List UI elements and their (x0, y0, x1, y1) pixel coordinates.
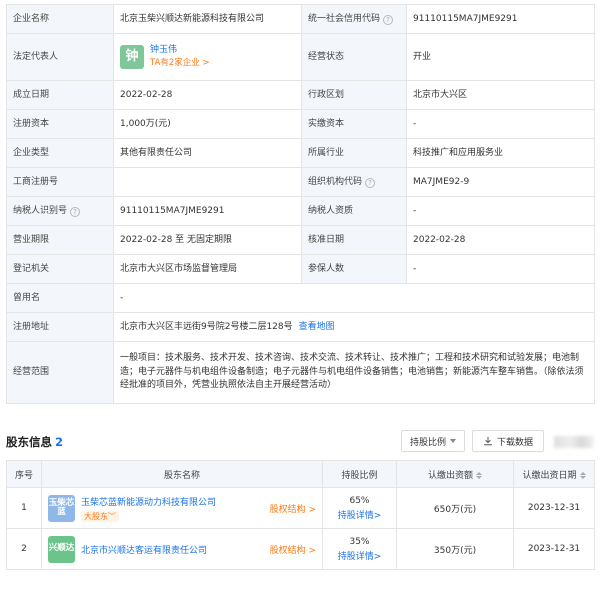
sort-icon[interactable] (579, 471, 586, 479)
help-icon[interactable]: ? (383, 14, 394, 25)
subscribed-amount: 650万(元) (396, 487, 514, 529)
col-date[interactable]: 认缴出资日期 (513, 460, 595, 488)
industry-label: 所属行业 (301, 138, 407, 168)
shareholder-name-link[interactable]: 北京市兴顺达客运有限责任公司 (81, 543, 264, 556)
legal-rep-cell: 钟 钟玉伟 TA有2家企业 > (113, 33, 302, 81)
reg-no-value (113, 167, 302, 197)
founded-value: 2022-02-28 (113, 80, 302, 110)
table-row: 2 兴顺达 北京市兴顺达客运有限责任公司 股权结构 > 35% 持股详情> 35… (6, 528, 595, 570)
legal-rep-name-link[interactable]: 钟玉伟 (150, 44, 210, 56)
region-label: 行政区划 (301, 80, 407, 110)
ratio-filter-label: 持股比例 (409, 437, 446, 448)
shareholder-table: 序号 股东名称 持股比例 认缴出资额 认缴出资日期 1 玉柴芯蓝 玉柴芯蓝新能源… (6, 460, 595, 570)
view-map-link[interactable]: 查看地图 (299, 322, 335, 332)
industry-value: 科技推广和应用服务业 (406, 138, 595, 168)
address-label: 注册地址 (6, 312, 114, 342)
avatar[interactable]: 钟 (120, 44, 144, 69)
holding-detail-link[interactable]: 持股详情> (323, 549, 396, 562)
company-info-table: 企业名称 北京玉柴兴顺达新能源科技有限公司 统一社会信用代码? 91110115… (6, 4, 595, 404)
row-index: 1 (6, 487, 42, 529)
company-type-value: 其他有限责任公司 (113, 138, 302, 168)
ratio-filter-button[interactable]: 持股比例 (401, 430, 465, 452)
sort-icon[interactable] (476, 471, 482, 479)
term-label: 营业期限 (6, 225, 114, 255)
approval-value: 2022-02-28 (406, 225, 595, 255)
download-icon (483, 437, 492, 446)
legal-rep-companies-link[interactable]: TA有2家企业 > (150, 58, 210, 69)
region-value: 北京市大兴区 (406, 80, 595, 110)
ratio-value: 35% (349, 536, 370, 547)
capital-label: 注册资本 (6, 109, 114, 139)
row-index: 2 (6, 528, 42, 570)
taxpayer-qual-value: - (406, 196, 595, 226)
term-value: 2022-02-28 至 无固定期限 (113, 225, 302, 255)
taxpayer-qual-label: 纳税人资质 (301, 196, 407, 226)
paid-capital-label: 实缴资本 (301, 109, 407, 139)
download-label: 下载数据 (496, 437, 533, 448)
subscribed-amount: 350万(元) (396, 528, 514, 570)
col-ratio: 持股比例 (322, 460, 397, 488)
chevron-down-icon (450, 439, 456, 443)
company-logo[interactable]: 兴顺达 (48, 535, 75, 563)
taxpayer-id-value: 91110115MA7JME9291 (113, 196, 302, 226)
ratio-value: 65% (349, 495, 370, 506)
major-shareholder-badge: 大股东﹀ (81, 510, 119, 522)
subscribed-date: 2023-12-31 (513, 528, 595, 570)
company-name-value: 北京玉柴兴顺达新能源科技有限公司 (113, 4, 302, 34)
equity-structure-link[interactable]: 股权结构 > (270, 543, 316, 556)
approval-label: 核准日期 (301, 225, 407, 255)
insured-value: - (406, 254, 595, 284)
scope-value: 一般项目：技术服务、技术开发、技术咨询、技术交流、技术转让、技术推广；工程和技术… (113, 341, 595, 404)
scope-label: 经营范围 (6, 341, 114, 404)
help-icon[interactable]: ? (365, 177, 376, 188)
shareholder-name-link[interactable]: 玉柴芯蓝新能源动力科技有限公司 (81, 495, 264, 508)
address-value: 北京市大兴区丰远街9号院2号楼二层128号 (120, 321, 293, 332)
holding-detail-link[interactable]: 持股详情> (323, 508, 396, 521)
col-index: 序号 (6, 460, 42, 488)
table-row: 1 玉柴芯蓝 玉柴芯蓝新能源动力科技有限公司 大股东﹀ 股权结构 > 65% 持… (6, 487, 595, 529)
insured-label: 参保人数 (301, 254, 407, 284)
capital-value: 1,000万(元) (113, 109, 302, 139)
credit-code-value: 91110115MA7JME9291 (406, 4, 595, 34)
status-label: 经营状态 (301, 33, 407, 81)
status-value: 开业 (406, 33, 595, 81)
help-icon[interactable]: ? (70, 206, 81, 217)
company-type-label: 企业类型 (6, 138, 114, 168)
shareholder-header: 股东信息 2 持股比例 下载数据 (6, 428, 594, 454)
reg-no-label: 工商注册号 (6, 167, 114, 197)
paid-capital-value: - (406, 109, 595, 139)
address-cell: 北京市大兴区丰远街9号院2号楼二层128号 查看地图 (113, 312, 595, 342)
credit-code-label: 统一社会信用代码? (301, 4, 407, 34)
founded-label: 成立日期 (6, 80, 114, 110)
org-code-label: 组织机构代码? (301, 167, 407, 197)
blurred-watermark (554, 436, 594, 448)
col-name: 股东名称 (41, 460, 323, 488)
org-code-value: MA7JME92-9 (406, 167, 595, 197)
authority-value: 北京市大兴区市场监督管理局 (113, 254, 302, 284)
chevron-down-icon: ﹀ (108, 511, 116, 521)
company-name-label: 企业名称 (6, 4, 114, 34)
section-title: 股东信息 2 (6, 435, 64, 449)
col-subscribed[interactable]: 认缴出资额 (396, 460, 514, 488)
equity-structure-link[interactable]: 股权结构 > (270, 502, 316, 515)
taxpayer-id-label: 纳税人识别号? (6, 196, 114, 226)
download-button[interactable]: 下载数据 (472, 430, 544, 452)
legal-rep-label: 法定代表人 (6, 33, 114, 81)
shareholder-count: 2 (55, 435, 64, 449)
authority-label: 登记机关 (6, 254, 114, 284)
former-name-label: 曾用名 (6, 283, 114, 313)
former-name-value: - (113, 283, 595, 313)
subscribed-date: 2023-12-31 (513, 487, 595, 529)
company-logo[interactable]: 玉柴芯蓝 (48, 494, 75, 522)
